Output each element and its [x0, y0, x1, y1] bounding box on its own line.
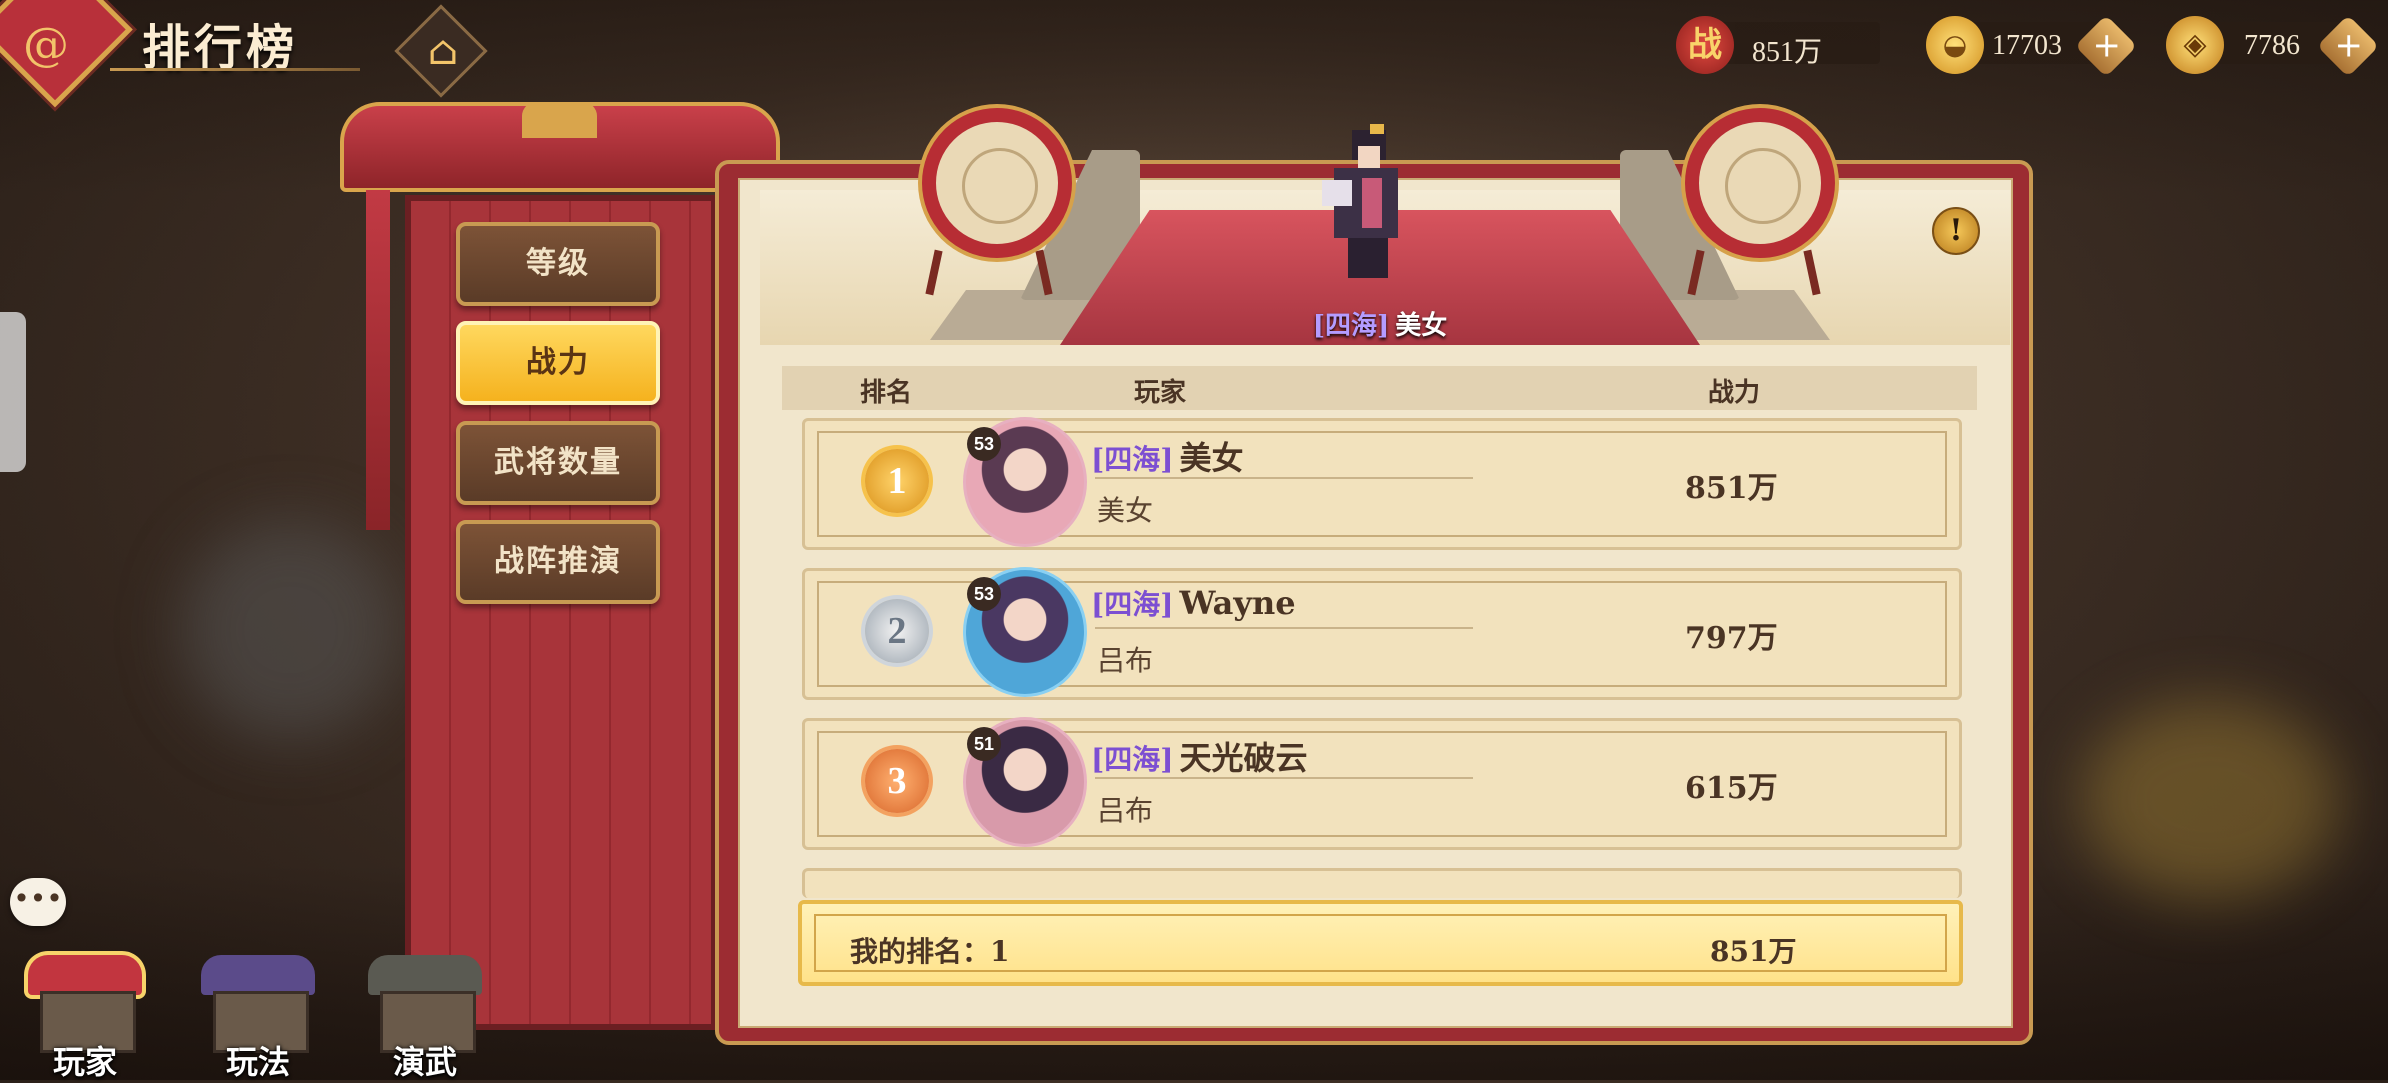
champion-guild-tag: [四海] — [1312, 311, 1390, 341]
player-name-text: Wayne — [1179, 584, 1296, 622]
ingot-value: 17703 — [1992, 30, 2062, 61]
nav-player[interactable]: 玩家 — [20, 955, 150, 1081]
nav-label: 玩法 — [225, 1043, 290, 1081]
my-rank-power: 851万 — [1710, 935, 1797, 968]
name-divider — [1095, 777, 1473, 779]
curtain-left — [366, 190, 390, 530]
nav-label: 演武 — [392, 1043, 457, 1081]
player-power: 797万 — [1685, 621, 1778, 656]
chat-icon[interactable]: ••• — [10, 878, 66, 926]
table-row-partial[interactable] — [802, 868, 1962, 898]
silver-medal-icon: 2 — [865, 599, 929, 663]
level-badge: 53 — [967, 577, 1001, 611]
level-badge: 51 — [967, 727, 1001, 761]
nav-roof — [201, 955, 315, 995]
nav-drill[interactable]: 演武 — [360, 955, 490, 1081]
home-icon[interactable]: ⌂ — [418, 26, 468, 76]
swirl-logo-icon[interactable]: @ — [18, 16, 74, 72]
my-rank-bar: 我的排名：1 851万 — [798, 900, 1963, 986]
table-row[interactable]: 2 53 [四海] Wayne 吕布 797万 — [802, 567, 1962, 700]
hero-name: 吕布 — [1097, 644, 1154, 677]
header-player: 玩家 — [1134, 378, 1187, 408]
guild-tag: [四海] — [1091, 588, 1174, 621]
nav-roof — [28, 955, 142, 995]
nav-roof — [368, 955, 482, 995]
side-panel-roof-cap — [522, 102, 597, 138]
my-rank-label: 我的排名：1 — [850, 935, 1010, 968]
header-rank: 排名 — [860, 378, 913, 408]
player-power: 615万 — [1685, 771, 1778, 806]
coin-value: 7786 — [2244, 30, 2300, 61]
table-row[interactable]: 3 51 [四海] 天光破云 吕布 615万 — [802, 717, 1962, 850]
power-value: 851万 — [1752, 37, 1823, 68]
bronze-medal-icon: 3 — [865, 749, 929, 813]
plus-icon: + — [2334, 25, 2363, 66]
guild-tag: [四海] — [1091, 443, 1174, 476]
player-name-text: 美女 — [1179, 439, 1244, 477]
bg-lamp-right — [2080, 700, 2340, 900]
table-row[interactable]: 1 53 [四海] 美女 美女 851万 — [802, 417, 1962, 550]
copper-coin-icon: ◈ — [2166, 16, 2224, 74]
name-divider — [1095, 477, 1473, 479]
tab-formation-drill[interactable]: 战阵推演 — [456, 520, 660, 604]
bg-lamp-left — [180, 520, 400, 740]
tab-level[interactable]: 等级 — [456, 222, 660, 306]
title-underline — [110, 68, 360, 71]
hero-name: 美女 — [1097, 494, 1154, 527]
drum-left — [922, 108, 1072, 258]
drum-right — [1685, 108, 1835, 258]
champion-name: 美女 — [1395, 311, 1448, 341]
gold-medal-icon: 1 — [865, 449, 929, 513]
name-divider — [1095, 627, 1473, 629]
hero-name: 吕布 — [1097, 794, 1154, 827]
table-header: 排名 玩家 战力 — [782, 366, 1977, 410]
info-icon[interactable]: ! — [1932, 207, 1980, 255]
tab-general-count[interactable]: 武将数量 — [456, 421, 660, 505]
champion-sprite[interactable] — [1312, 118, 1422, 288]
player-power: 851万 — [1685, 471, 1778, 506]
player-name: [四海] 美女 — [1091, 433, 1244, 479]
guild-tag: [四海] — [1091, 743, 1174, 776]
nav-gameplay[interactable]: 玩法 — [193, 955, 323, 1081]
dragon-emblem-icon — [1725, 148, 1801, 224]
level-badge: 53 — [967, 427, 1001, 461]
edge-pull-tab[interactable] — [0, 312, 26, 472]
champion-label: [四海] 美女 — [1200, 305, 1560, 342]
gold-ingot-icon: ◒ — [1926, 16, 1984, 74]
dragon-emblem-icon — [962, 148, 1038, 224]
plus-icon: + — [2092, 25, 2121, 66]
player-name: [四海] Wayne — [1091, 583, 1296, 623]
power-icon: 战 — [1676, 16, 1734, 74]
tab-power[interactable]: 战力 — [456, 321, 660, 405]
player-name: [四海] 天光破云 — [1091, 733, 1308, 779]
nav-label: 玩家 — [52, 1043, 117, 1081]
player-name-text: 天光破云 — [1179, 739, 1308, 777]
header-power: 战力 — [1708, 378, 1761, 408]
